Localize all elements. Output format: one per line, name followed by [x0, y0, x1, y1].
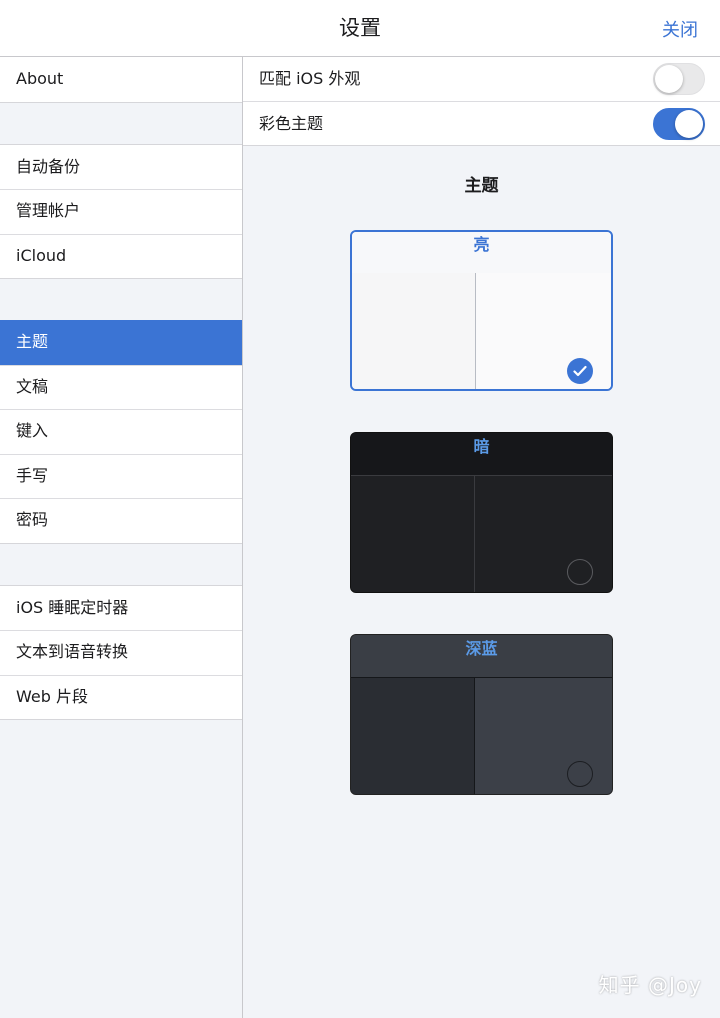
theme-preview-editor: [475, 678, 612, 794]
nav-bar: 设置 关闭: [0, 0, 720, 57]
settings-sidebar: About 自动备份 管理帐户 iCloud 主题 文稿 键入 手写 密码 iO…: [0, 57, 243, 1018]
switch-knob: [675, 110, 703, 138]
page-title: 设置: [339, 16, 381, 40]
settings-page: 设置 关闭 About 自动备份 管理帐户 iCloud 主题 文稿 键入 手写…: [0, 0, 720, 1018]
sidebar-group-about: About: [0, 57, 242, 103]
sidebar-item-passcode[interactable]: 密码: [0, 498, 242, 543]
sidebar-item-about[interactable]: About: [0, 57, 242, 102]
theme-preview-sidebar: [352, 273, 476, 389]
sidebar-item-documents[interactable]: 文稿: [0, 364, 242, 409]
theme-deep-blue-label: 深蓝: [351, 635, 612, 678]
sidebar-item-web-clips[interactable]: Web 片段: [0, 674, 242, 719]
radio-circle-icon: [567, 559, 593, 585]
radio-circle-icon: [567, 761, 593, 787]
match-ios-appearance-switch[interactable]: [653, 63, 705, 95]
match-ios-appearance-label: 匹配 iOS 外观: [259, 69, 361, 88]
sidebar-group-misc: iOS 睡眠定时器 文本到语音转换 Web 片段: [0, 584, 242, 720]
theme-preview-sidebar: [351, 476, 475, 592]
watermark: 知乎 @Joy: [598, 973, 702, 997]
theme-dark-label: 暗: [351, 433, 612, 476]
theme-option-light[interactable]: 亮: [350, 230, 613, 391]
sidebar-item-manage-accounts[interactable]: 管理帐户: [0, 189, 242, 234]
appearance-toggles: 匹配 iOS 外观 彩色主题: [243, 57, 720, 146]
theme-settings-panel: 匹配 iOS 外观 彩色主题 主题 亮 暗 深蓝 知乎 @Joy: [243, 57, 720, 1018]
sidebar-item-typing[interactable]: 键入: [0, 409, 242, 454]
theme-section-title: 主题: [464, 176, 499, 196]
close-button[interactable]: 关闭: [662, 16, 698, 42]
theme-option-dark[interactable]: 暗: [350, 432, 613, 593]
theme-preview-editor: [476, 273, 611, 389]
color-theme-label: 彩色主题: [259, 114, 324, 133]
sidebar-item-icloud[interactable]: iCloud: [0, 233, 242, 278]
theme-option-deep-blue[interactable]: 深蓝: [350, 634, 613, 795]
theme-preview-editor: [475, 476, 612, 592]
sidebar-group-account: 自动备份 管理帐户 iCloud: [0, 143, 242, 279]
match-ios-appearance-row: 匹配 iOS 外观: [243, 57, 720, 101]
sidebar-group-editor: 主题 文稿 键入 手写 密码: [0, 320, 242, 544]
sidebar-item-handwriting[interactable]: 手写: [0, 453, 242, 498]
color-theme-row: 彩色主题: [243, 101, 720, 145]
theme-light-label: 亮: [352, 232, 611, 275]
sidebar-item-auto-backup[interactable]: 自动备份: [0, 144, 242, 189]
checkmark-icon: [567, 358, 593, 384]
sidebar-item-text-to-speech[interactable]: 文本到语音转换: [0, 630, 242, 675]
theme-preview-sidebar: [351, 678, 475, 794]
sidebar-item-theme[interactable]: 主题: [0, 320, 242, 365]
sidebar-item-sleep-timer[interactable]: iOS 睡眠定时器: [0, 585, 242, 630]
color-theme-switch[interactable]: [653, 108, 705, 140]
switch-knob: [655, 65, 683, 93]
